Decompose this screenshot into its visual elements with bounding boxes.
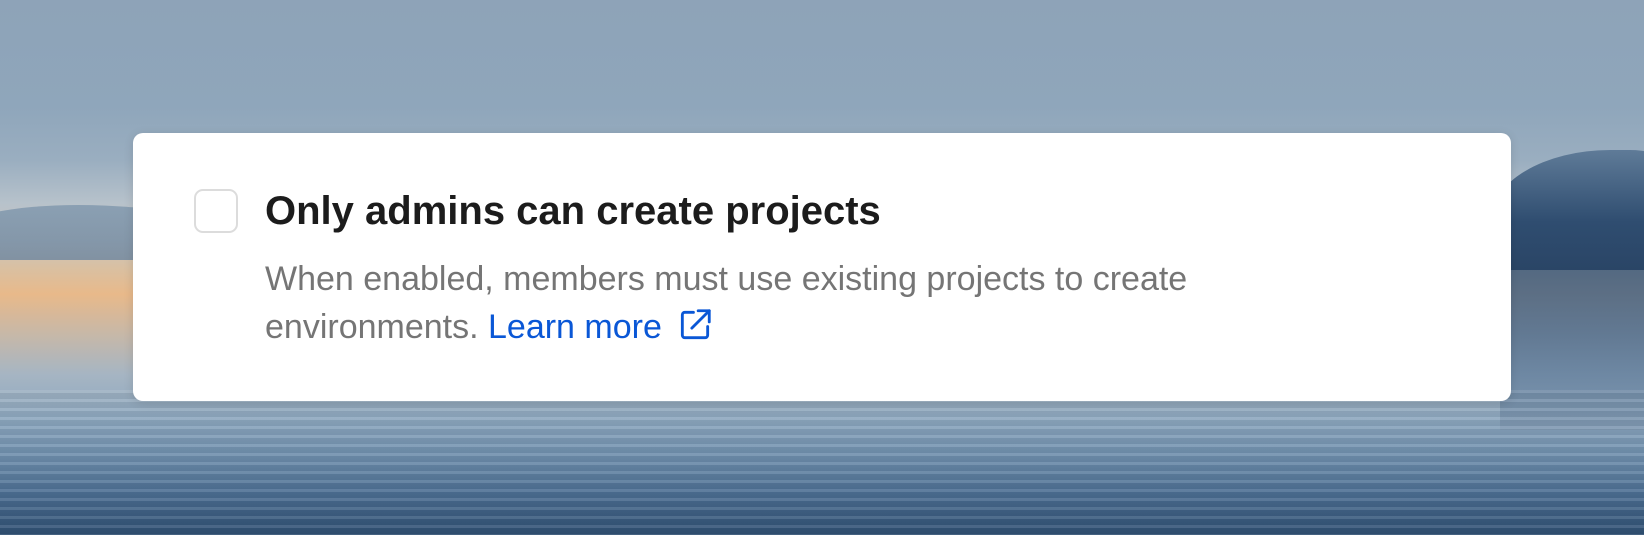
- learn-more-link[interactable]: Learn more: [488, 308, 714, 346]
- setting-description: When enabled, members must use existing …: [265, 255, 1265, 351]
- setting-description-text: When enabled, members must use existing …: [265, 260, 1188, 346]
- background-hill-right: [1490, 150, 1644, 270]
- learn-more-label: Learn more: [488, 308, 662, 346]
- admins-only-checkbox[interactable]: [194, 189, 238, 233]
- setting-card: Only admins can create projects When ena…: [133, 133, 1511, 401]
- external-link-icon: [680, 309, 711, 340]
- background-water: [0, 390, 1644, 535]
- setting-title: Only admins can create projects: [265, 189, 881, 233]
